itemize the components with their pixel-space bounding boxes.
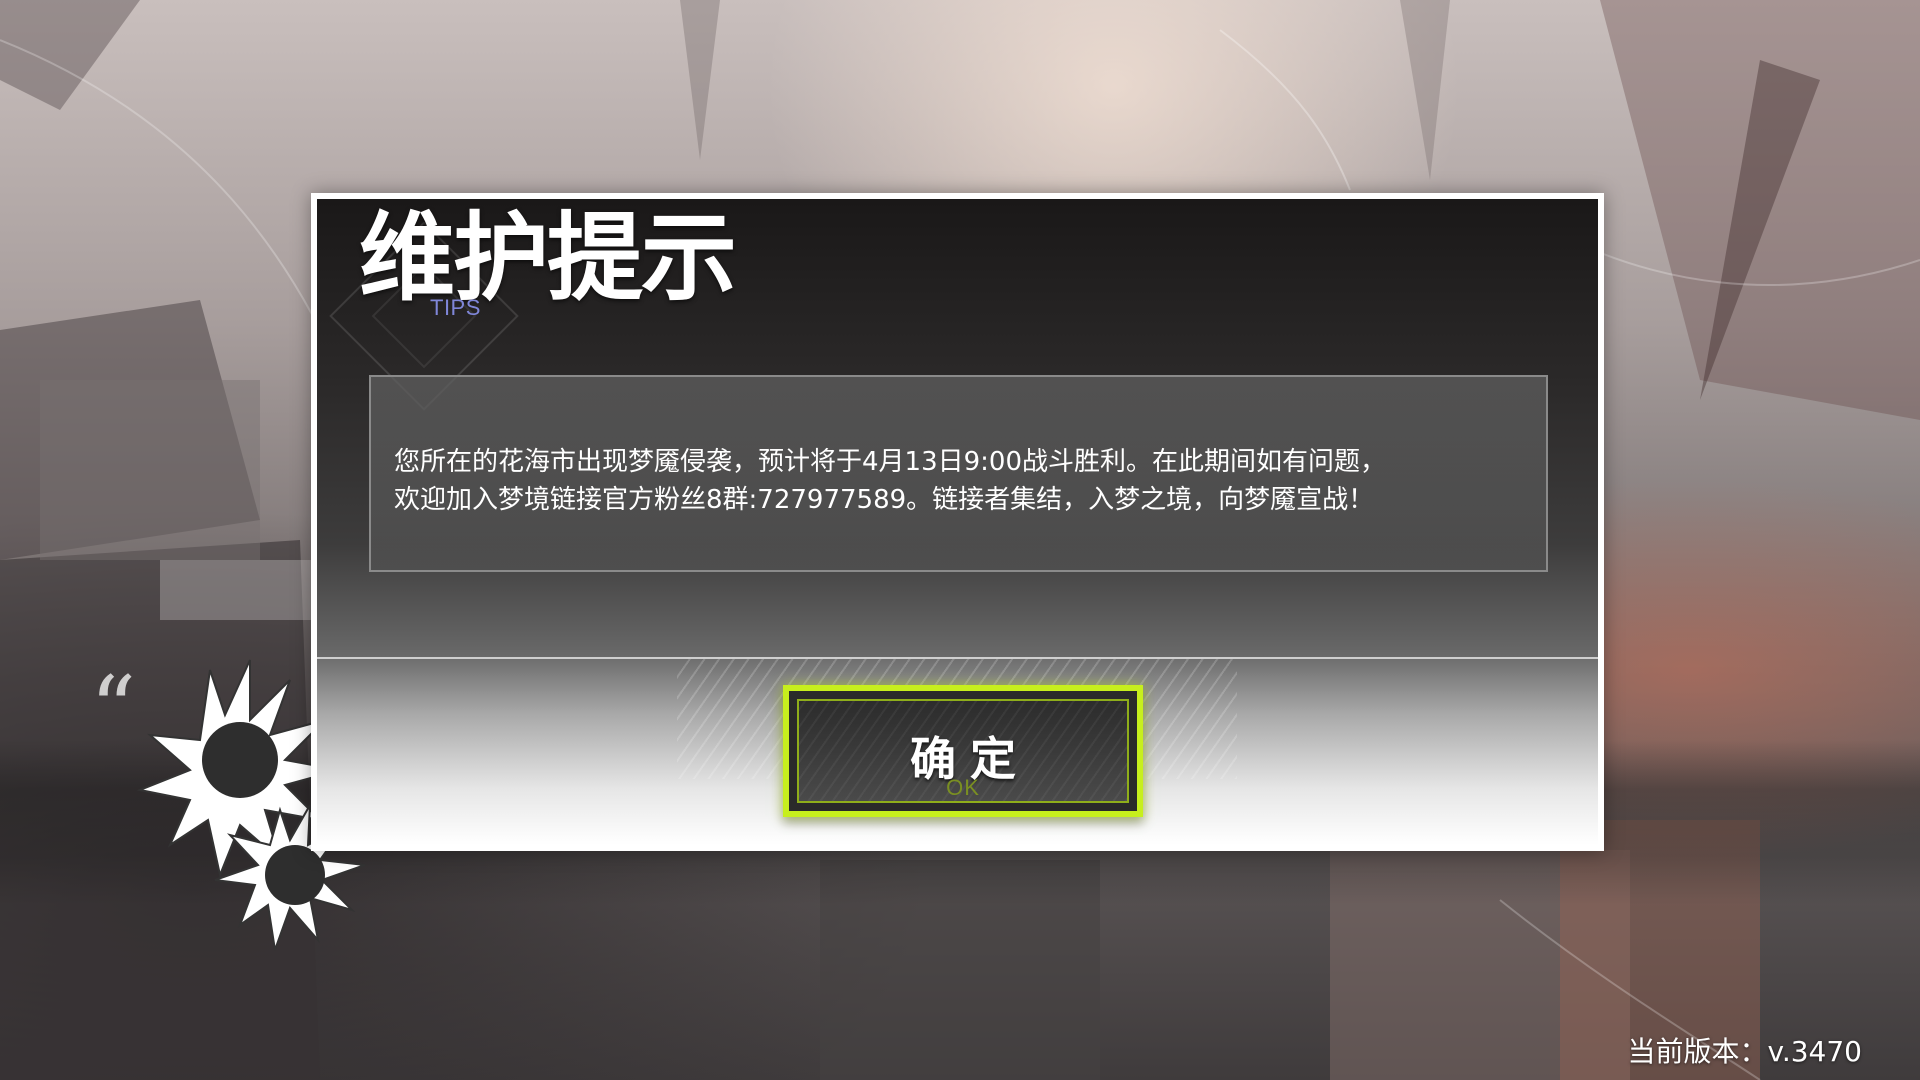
dialog-header-panel: 维护提示 TIPS 您所在的花海市出现梦魇侵袭，预计将于4月13日9:00战斗胜… xyxy=(317,199,1598,659)
svg-text:“: “ xyxy=(90,657,136,762)
maintenance-dialog: 维护提示 TIPS 您所在的花海市出现梦魇侵袭，预计将于4月13日9:00战斗胜… xyxy=(311,193,1604,851)
dialog-subtitle: TIPS xyxy=(430,295,481,320)
dialog-footer-panel: 确定 OK xyxy=(317,659,1598,845)
dialog-title: 维护提示 xyxy=(359,201,737,314)
message-box: 您所在的花海市出现梦魇侵袭，预计将于4月13日9:00战斗胜利。在此期间如有问题… xyxy=(369,375,1548,572)
maintenance-message: 您所在的花海市出现梦魇侵袭，预计将于4月13日9:00战斗胜利。在此期间如有问题… xyxy=(394,447,1387,515)
confirm-button-inner[interactable]: 确定 OK xyxy=(797,699,1129,803)
confirm-button[interactable]: 确定 OK xyxy=(783,685,1143,817)
confirm-button-sublabel: OK xyxy=(946,775,980,800)
version-label: 当前版本：v.3470 xyxy=(1627,1035,1862,1068)
